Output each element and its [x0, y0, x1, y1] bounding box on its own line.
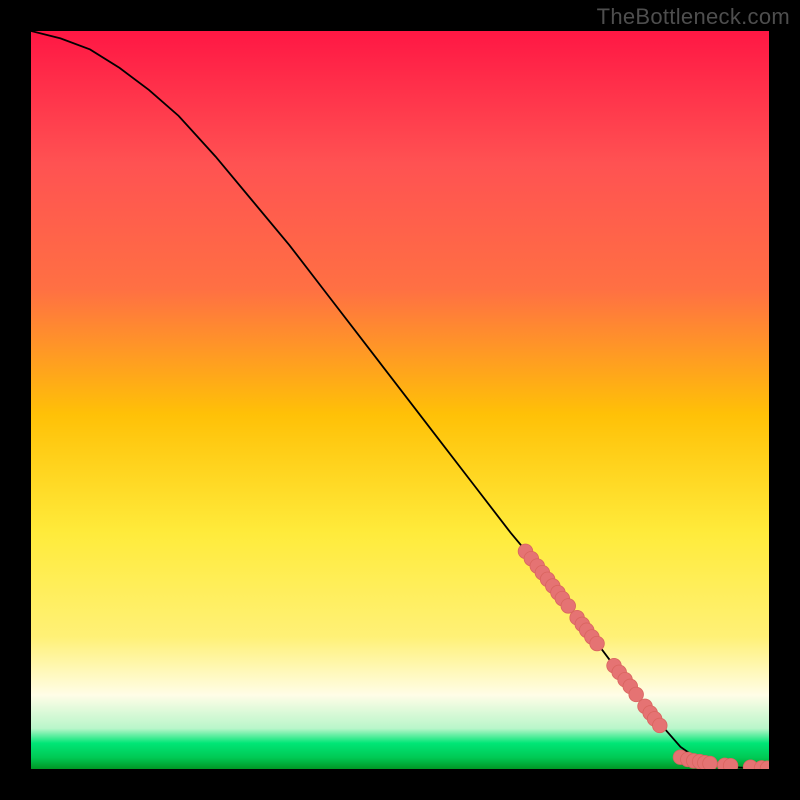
chart-marker — [590, 636, 605, 651]
chart-stage: TheBottleneck.com — [0, 0, 800, 800]
chart-marker — [703, 756, 718, 769]
watermark-text: TheBottleneck.com — [597, 4, 790, 30]
plot-area — [31, 31, 769, 769]
chart-svg — [31, 31, 769, 769]
chart-marker — [652, 718, 667, 733]
plot-bg-gradient — [31, 31, 769, 769]
chart-marker — [723, 758, 738, 769]
